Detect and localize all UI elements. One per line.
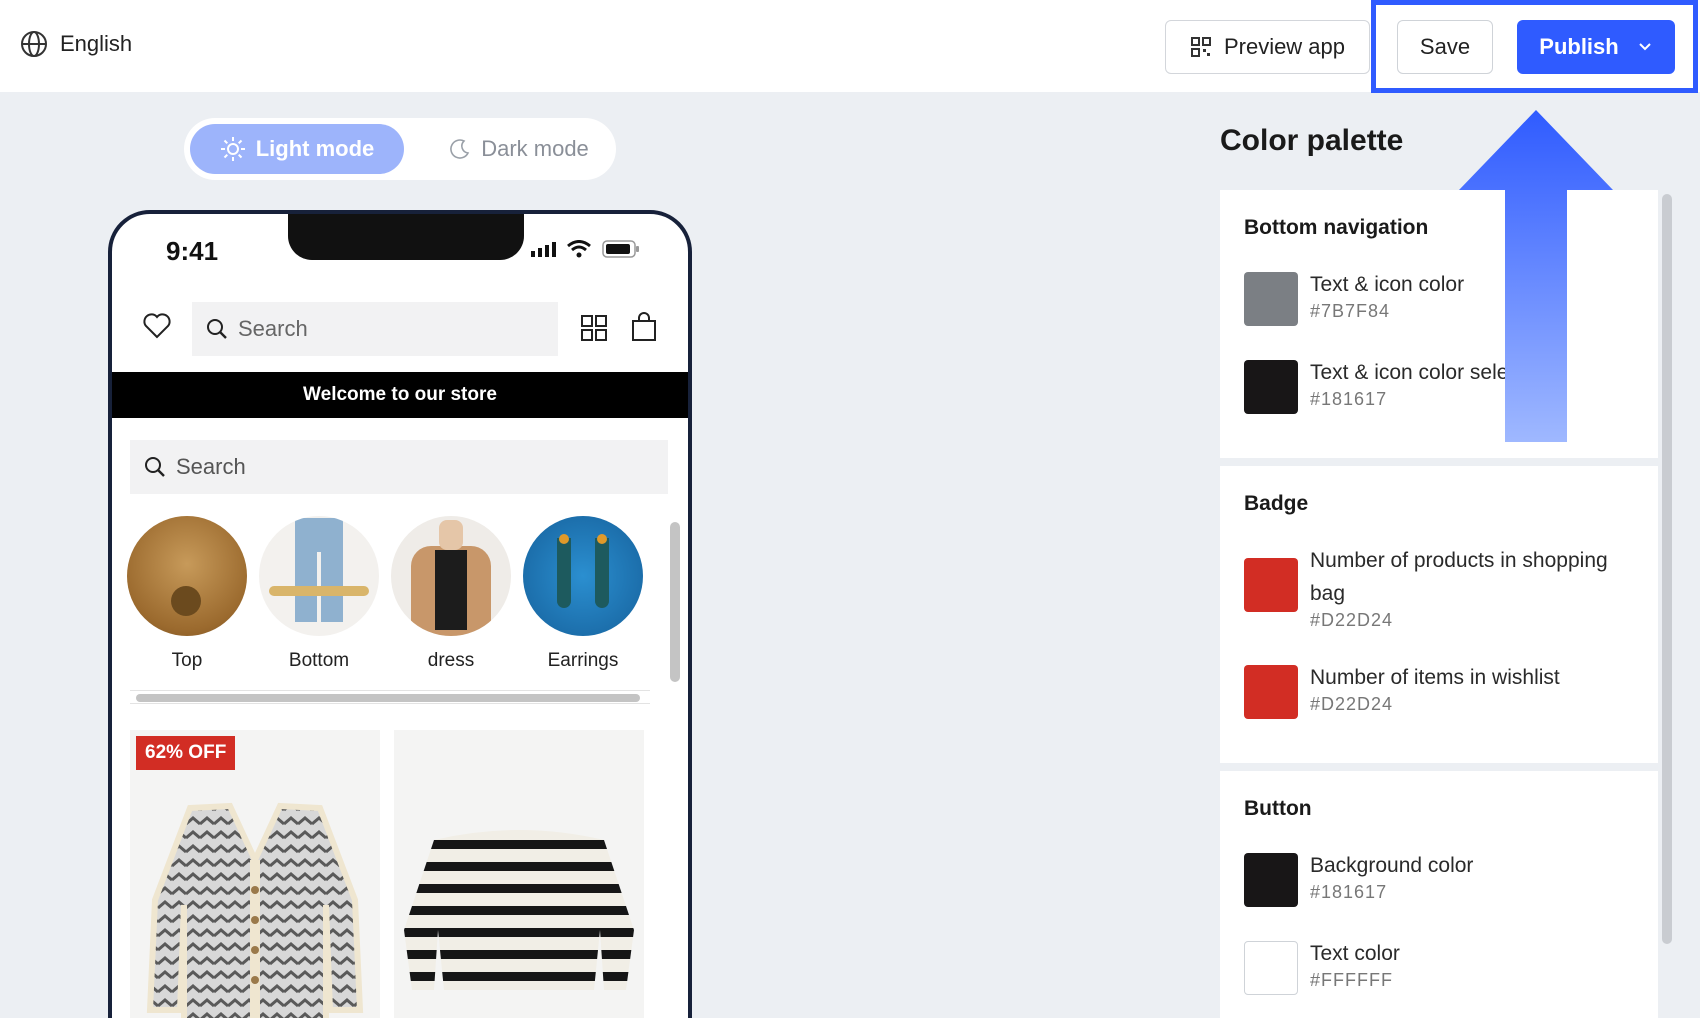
color-swatch[interactable] [1244, 558, 1298, 612]
category-earrings[interactable]: Earrings [522, 516, 644, 672]
search-icon [145, 457, 165, 477]
section-badge: Badge Number of products in shopping bag… [1220, 466, 1658, 763]
dark-mode-label: Dark mode [481, 136, 589, 161]
phone-search-field-placeholder: Search [176, 454, 246, 479]
arrow-up-icon [1459, 110, 1613, 442]
globe-icon [21, 31, 47, 57]
category-image [391, 516, 511, 636]
dark-mode-button[interactable]: Dark mode [434, 124, 604, 174]
color-item-name: Text color [1310, 942, 1400, 965]
color-item-name: Background color [1310, 854, 1474, 877]
section-button: Button Background color #181617 Text col… [1220, 771, 1658, 1018]
color-item-name: Text & icon color [1310, 273, 1465, 296]
highlight-box [1371, 0, 1698, 93]
striped-sweater-image [404, 830, 634, 990]
preview-app-label: Preview app [1223, 34, 1346, 59]
color-item[interactable]: Background color #181617 [1244, 849, 1658, 907]
phone-search-placeholder: Search [238, 316, 308, 341]
discount-badge: 62% OFF [136, 736, 236, 770]
category-carousel: Top Bottom dress Earrings [126, 516, 666, 676]
light-mode-button[interactable]: Light mode [190, 124, 404, 174]
signal-icon [531, 242, 556, 257]
color-item[interactable]: Number of products in shopping bag #D22D… [1244, 544, 1658, 631]
color-item-hex: #D22D24 [1310, 610, 1394, 630]
category-image [523, 516, 643, 636]
color-swatch[interactable] [1244, 272, 1298, 326]
phone-header: Search [112, 302, 688, 358]
grid-icon[interactable] [580, 314, 608, 342]
color-item-name: Number of items in wishlist [1310, 666, 1560, 689]
color-swatch[interactable] [1244, 853, 1298, 907]
color-item-hex: #D22D24 [1310, 694, 1394, 714]
product-card[interactable] [394, 730, 644, 1018]
horizontal-scrollbar[interactable] [130, 690, 650, 704]
phone-vertical-scrollbar[interactable] [670, 522, 682, 682]
color-item-name: Number of products in shopping bag [1310, 549, 1608, 605]
horizontal-scrollbar-thumb[interactable] [136, 694, 640, 702]
cardigan-image [146, 802, 364, 1018]
mode-toggle: Light mode Dark mode [184, 118, 616, 180]
category-label: dress [427, 650, 475, 671]
category-dress[interactable]: dress [390, 516, 512, 672]
category-label: Earrings [547, 650, 619, 671]
phone-search-bar[interactable]: Search [192, 302, 558, 356]
phone-notch [288, 214, 524, 260]
language-selector[interactable]: English [20, 30, 132, 58]
color-item-hex: #FFFFFF [1310, 970, 1393, 990]
language-label: English [60, 31, 133, 56]
search-icon [207, 319, 227, 339]
panel-vertical-scrollbar-thumb[interactable] [1662, 194, 1672, 944]
heart-icon[interactable] [142, 312, 172, 340]
status-time: 9:41 [166, 236, 219, 266]
section-title: Badge [1244, 492, 1309, 515]
welcome-banner: Welcome to our store [112, 372, 688, 418]
color-swatch[interactable] [1244, 665, 1298, 719]
category-label: Bottom [288, 650, 350, 671]
category-image [259, 516, 379, 636]
color-palette-title: Color palette [1220, 124, 1404, 157]
color-item[interactable]: Number of items in wishlist #D22D24 [1244, 661, 1658, 719]
status-icons [530, 240, 640, 258]
battery-icon [602, 240, 639, 258]
category-label: Top [171, 650, 203, 671]
color-swatch[interactable] [1244, 941, 1298, 995]
wifi-icon [567, 240, 591, 258]
color-item-hex: #7B7F84 [1310, 301, 1391, 321]
product-card[interactable]: 62% OFF [130, 730, 380, 1018]
section-title: Button [1244, 797, 1312, 820]
light-mode-label: Light mode [255, 136, 375, 161]
category-bottom[interactable]: Bottom [258, 516, 380, 672]
color-item-hex: #181617 [1310, 882, 1388, 902]
panel-vertical-scrollbar[interactable] [1662, 194, 1674, 944]
sun-icon [220, 137, 245, 161]
qr-code-icon [1190, 37, 1211, 57]
moon-icon [450, 139, 470, 159]
phone-vertical-scrollbar-thumb[interactable] [670, 522, 680, 682]
color-item[interactable]: Text color #FFFFFF [1244, 937, 1658, 995]
phone-search-field[interactable]: Search [130, 440, 668, 494]
shopping-bag-icon[interactable] [630, 312, 658, 342]
category-top[interactable]: Top [126, 516, 248, 672]
phone-preview: 9:41 Search Welcome to our store Search … [108, 210, 692, 1018]
category-image [127, 516, 247, 636]
preview-app-button[interactable]: Preview app [1165, 20, 1370, 74]
color-swatch[interactable] [1244, 360, 1298, 414]
